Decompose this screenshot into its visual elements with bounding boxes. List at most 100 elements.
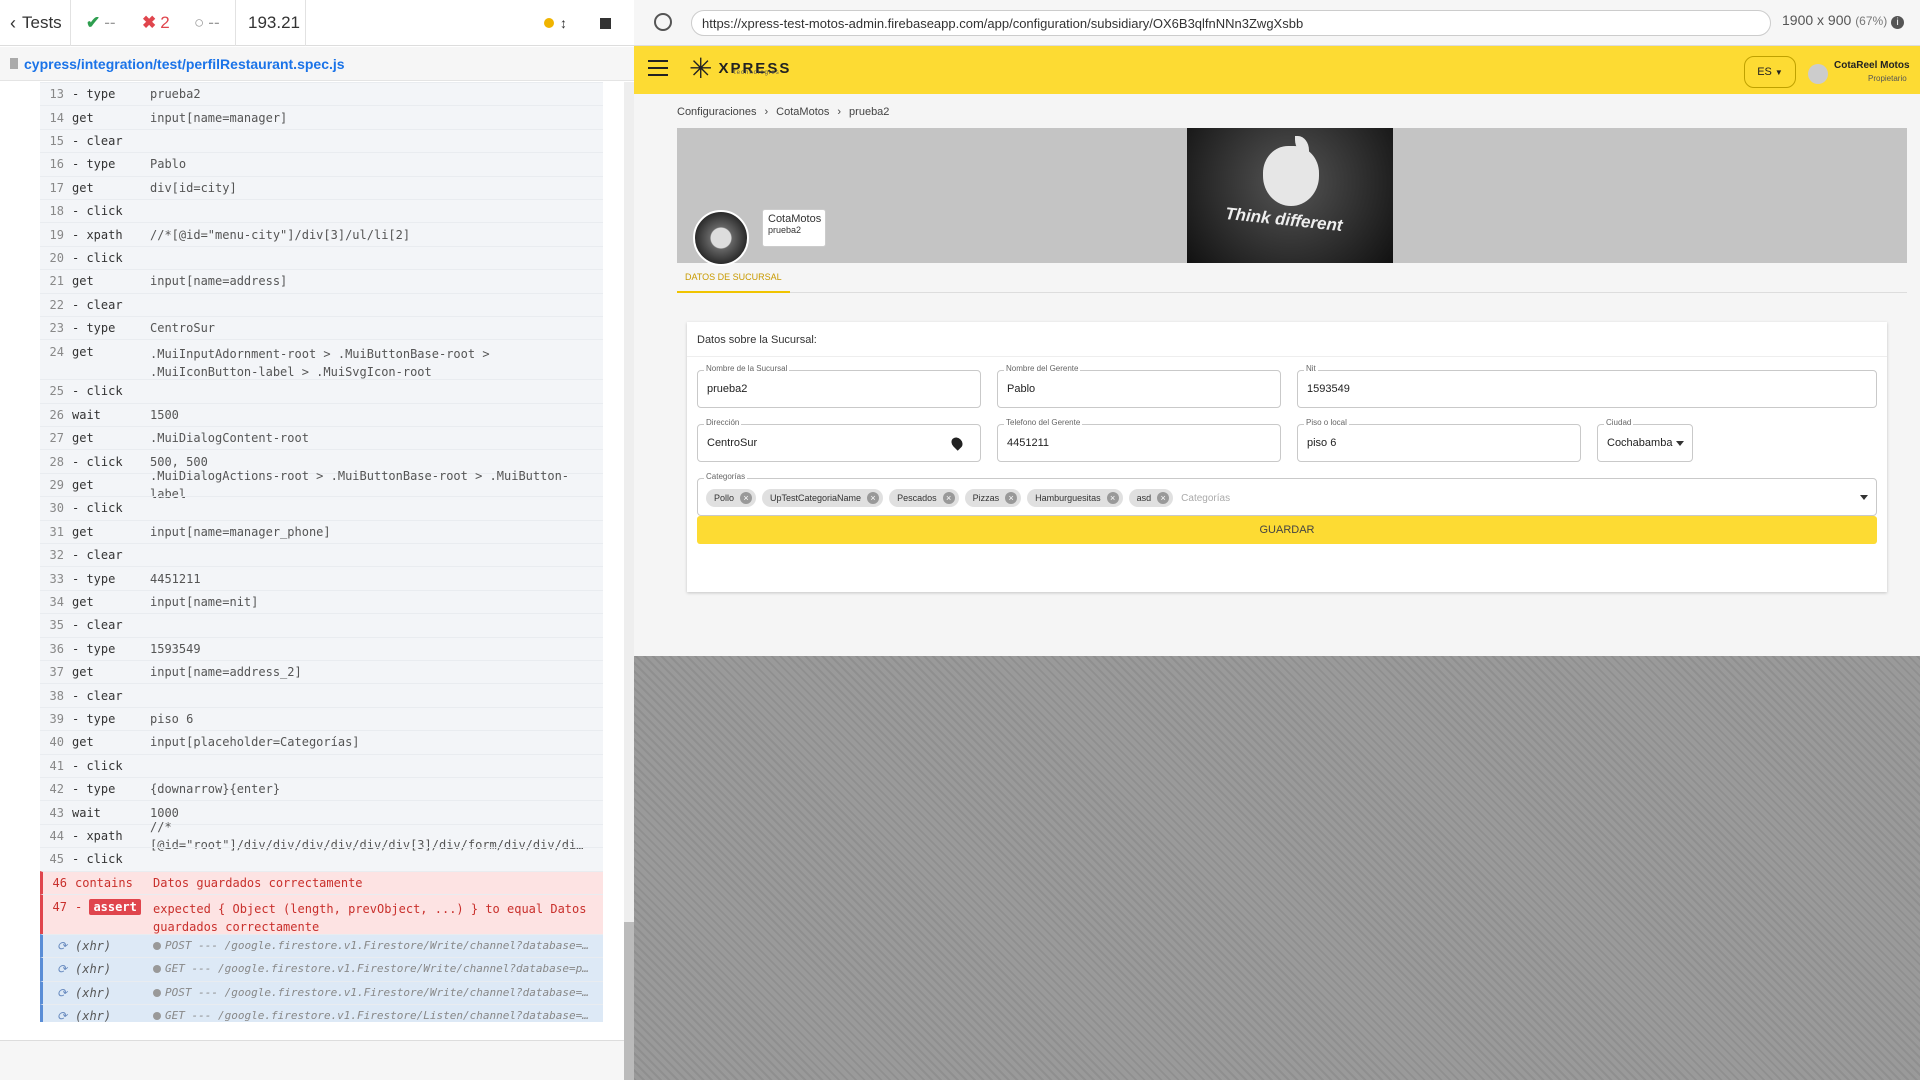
command-row[interactable]: 21 get input[name=address] [40, 269, 603, 292]
command-row[interactable]: 32 - clear [40, 543, 603, 566]
profile-avatar[interactable] [693, 210, 749, 266]
command-number: 44 [49, 828, 64, 843]
command-row[interactable]: 27 get .MuiDialogContent-root [40, 426, 603, 449]
spinner-icon: ⟳ [56, 962, 67, 977]
category-chip[interactable]: Hamburguesitas × [1027, 489, 1123, 507]
save-button[interactable]: GUARDAR [697, 516, 1877, 544]
command-row[interactable]: 24 get .MuiInputAdornment-root > .MuiButto… [40, 339, 603, 379]
command-row[interactable]: 33 - type 4451211 [40, 566, 603, 589]
duration: 193.21 [248, 13, 300, 32]
command-row[interactable]: 13 - type prueba2 [40, 82, 603, 105]
error-command-row[interactable]: 47- assert expected { Object (length, pre… [40, 893, 603, 934]
failed-count[interactable]: ✖ 2 [142, 0, 170, 46]
url-bar[interactable]: https://xpress-test-motos-admin.firebase… [691, 10, 1771, 36]
caret-down-icon [1676, 441, 1684, 446]
floor-field[interactable]: Piso o local piso 6 [1297, 418, 1581, 462]
reporter-scrollbar[interactable] [624, 82, 634, 1080]
command-row[interactable]: 44- xpath//*[@id="root"]/div/div/div/div… [40, 820, 603, 852]
passed-count[interactable]: ✔ -- [86, 0, 116, 46]
command-row[interactable]: 23 - type CentroSur [40, 315, 603, 339]
breadcrumb-item[interactable]: CotaMotos [776, 106, 829, 118]
command-row[interactable]: 39 - type piso 6 [40, 706, 603, 730]
command-row[interactable]: 36 - type 1593549 [40, 636, 603, 660]
command-message: POST --- /google.firestore.v1.Firestore/… [165, 939, 603, 953]
xhr-command-row[interactable]: ⟳ (xhr) GET --- /google.firestore.v1.Fires… [40, 957, 603, 981]
command-row[interactable]: 29 get .MuiDialogActions-root > .MuiButton… [40, 469, 603, 501]
tab-datos-sucursal[interactable]: DATOS DE SUCURSAL [677, 263, 790, 293]
command-row[interactable]: 45 - click [40, 847, 603, 870]
command-row[interactable]: 18 - click [40, 198, 603, 222]
caret-down-icon[interactable] [1860, 495, 1868, 500]
command-name: (xhr) [75, 939, 112, 954]
stop-button[interactable] [600, 0, 611, 46]
info-icon[interactable]: i [1891, 16, 1905, 29]
remove-chip-icon[interactable]: × [1005, 492, 1018, 504]
command-row[interactable]: 14 get input[name=manager] [40, 105, 603, 128]
command-number: 20 [49, 250, 64, 265]
error-command-row[interactable]: 46 contains Datos guardados correctamente [40, 870, 603, 894]
command-number: 27 [49, 431, 64, 446]
command-number: 35 [49, 618, 64, 633]
breadcrumb-item[interactable]: Configuraciones [677, 106, 757, 118]
scrollbar-thumb[interactable] [624, 922, 634, 1080]
command-name: get [72, 110, 94, 125]
app-under-test-panel: https://xpress-test-motos-admin.firebase… [634, 0, 1920, 1080]
spinner-icon: ⟳ [56, 1009, 67, 1022]
command-row[interactable]: 15 - clear [40, 128, 603, 152]
menu-icon[interactable] [648, 60, 668, 78]
location-pin-icon[interactable] [949, 435, 965, 451]
command-row[interactable]: 37 get input[name=address_2] [40, 659, 603, 683]
tab-bar: DATOS DE SUCURSAL [677, 263, 1907, 293]
pending-count[interactable]: ○ -- [194, 0, 220, 46]
category-chip[interactable]: Pizzas × [964, 489, 1022, 507]
xhr-command-row[interactable]: ⟳ (xhr) GET --- /google.firestore.v1.Fires… [40, 1004, 603, 1022]
command-row[interactable]: 35 - clear [40, 613, 603, 636]
category-chip[interactable]: Pescados × [889, 489, 959, 507]
logo-mark-icon: ✳ [689, 53, 713, 84]
xhr-command-row[interactable]: ⟳ (xhr) POST --- /google.firestore.v1.Fire… [40, 933, 603, 958]
remove-chip-icon[interactable]: × [1157, 492, 1170, 504]
toggle-scroll-icon[interactable]: ↕ [560, 0, 567, 46]
spec-file-link[interactable]: cypress/integration/test/perfilRestauran… [24, 56, 345, 72]
city-select[interactable]: Ciudad Cochabamba [1597, 418, 1693, 462]
category-chip[interactable]: Pollo × [706, 489, 757, 507]
apple-logo-icon [1263, 146, 1319, 206]
categories-input[interactable]: Categorías [1181, 493, 1230, 504]
command-name: (xhr) [75, 962, 112, 977]
command-row[interactable]: 22 - clear [40, 292, 603, 316]
command-message: //*[@id="menu-city"]/div[3]/ul/li[2] [150, 227, 411, 242]
categories-field[interactable]: Categorías Pollo × UpTestCategoriaName × Pes… [697, 472, 1877, 516]
user-avatar[interactable] [1808, 64, 1828, 84]
subsidiary-name-field[interactable]: Nombre de la Sucursal prueba2 [697, 364, 981, 408]
command-row[interactable]: 16 - type Pablo [40, 152, 603, 175]
command-row[interactable]: 31 get input[name=manager_phone] [40, 519, 603, 543]
address-field[interactable]: Dirección CentroSur [697, 418, 981, 462]
command-row[interactable]: 30 - click [40, 496, 603, 519]
remove-chip-icon[interactable]: × [1106, 492, 1119, 504]
command-row[interactable]: 20 - click [40, 245, 603, 269]
command-row[interactable]: 19 - xpath //*[@id="menu-city"]/div[3]/ul/… [40, 222, 603, 245]
command-name: get [72, 595, 94, 609]
category-chip[interactable]: asd × [1128, 489, 1174, 507]
command-row[interactable]: 42 - type {downarrow}{enter} [40, 776, 603, 800]
back-to-tests-button[interactable]: ‹ Tests [10, 0, 62, 46]
remove-chip-icon[interactable]: × [867, 492, 880, 504]
remove-chip-icon[interactable]: × [740, 492, 753, 504]
command-row[interactable]: 25 - click [40, 379, 603, 402]
selector-playground-icon[interactable] [654, 13, 672, 31]
remove-chip-icon[interactable]: × [942, 492, 955, 504]
command-row[interactable]: 38 - clear [40, 683, 603, 706]
nit-field[interactable]: Nit 1593549 [1297, 364, 1877, 408]
manager-phone-field[interactable]: Telefono del Gerente 4451211 [997, 418, 1281, 462]
command-row[interactable]: 41 - click [40, 753, 603, 777]
xhr-command-row[interactable]: ⟳ (xhr) POST --- /google.firestore.v1.Fire… [40, 980, 603, 1005]
language-selector[interactable]: ES ▼ [1744, 56, 1796, 88]
command-row[interactable]: 40 get input[placeholder=Categorías] [40, 730, 603, 753]
command-row[interactable]: 17 get div[id=city] [40, 175, 603, 199]
manager-name-field[interactable]: Nombre del Gerente Pablo [997, 364, 1281, 408]
category-chip[interactable]: UpTestCategoriaName × [762, 489, 884, 507]
command-row[interactable]: 26 wait 1500 [40, 402, 603, 426]
cover-image[interactable]: Think different [1187, 128, 1393, 263]
command-row[interactable]: 34 get input[name=nit] [40, 589, 603, 613]
command-name: wait [72, 805, 101, 820]
